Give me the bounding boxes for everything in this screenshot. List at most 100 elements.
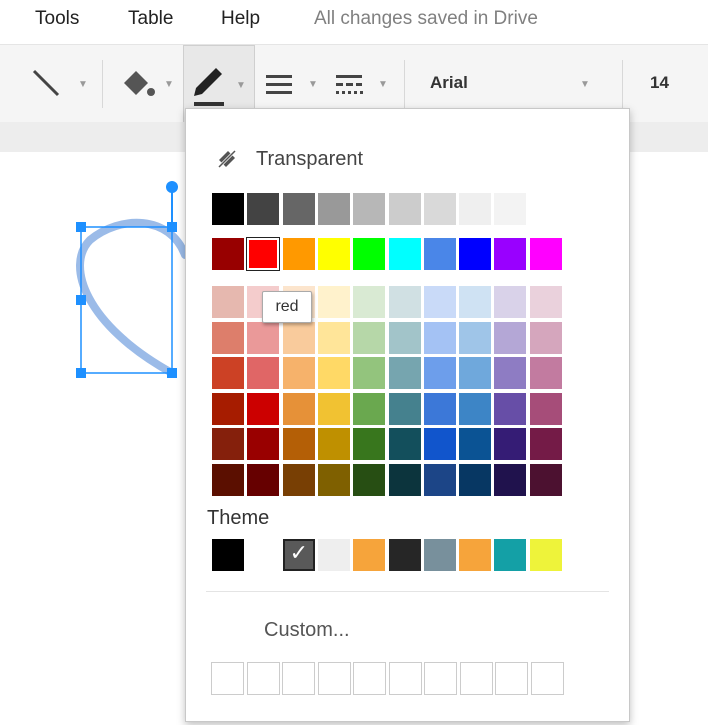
color-swatch[interactable]: [459, 357, 492, 389]
color-swatch[interactable]: [388, 392, 421, 425]
color-swatch[interactable]: [529, 357, 562, 389]
color-swatch[interactable]: [494, 392, 527, 425]
color-swatch[interactable]: [459, 286, 492, 318]
color-swatch[interactable]: [529, 193, 562, 225]
color-swatch[interactable]: [529, 428, 562, 460]
color-swatch[interactable]: [317, 193, 350, 225]
color-swatch[interactable]: [282, 193, 315, 225]
transparent-option[interactable]: Transparent: [216, 145, 363, 173]
color-swatch[interactable]: [353, 392, 386, 425]
color-swatch[interactable]: [212, 392, 244, 425]
color-swatch[interactable]: [282, 463, 315, 496]
color-swatch[interactable]: [423, 392, 456, 425]
color-swatch[interactable]: [247, 392, 280, 425]
color-swatch[interactable]: [529, 286, 562, 318]
color-swatch[interactable]: [353, 321, 386, 354]
color-swatch[interactable]: [353, 286, 386, 318]
color-swatch[interactable]: [459, 392, 492, 425]
color-swatch[interactable]: [459, 193, 492, 225]
custom-color-slot[interactable]: [388, 662, 422, 695]
color-swatch[interactable]: [494, 286, 527, 318]
color-swatch[interactable]: [459, 463, 492, 496]
color-swatch[interactable]: [317, 392, 350, 425]
color-swatch[interactable]: [388, 428, 421, 460]
custom-color-slot[interactable]: [317, 662, 351, 695]
theme-color-swatch[interactable]: [529, 539, 562, 571]
color-swatch[interactable]: [212, 321, 244, 354]
color-swatch[interactable]: [282, 357, 315, 389]
custom-color-slot[interactable]: [246, 662, 280, 695]
color-swatch[interactable]: [247, 428, 280, 460]
theme-color-swatch[interactable]: ✓: [282, 539, 315, 571]
custom-color-slot[interactable]: [495, 662, 528, 695]
fill-color-button[interactable]: ▼: [110, 45, 180, 123]
color-swatch[interactable]: [494, 193, 527, 225]
color-swatch[interactable]: [529, 238, 562, 270]
color-swatch[interactable]: [459, 238, 492, 270]
theme-color-swatch[interactable]: [459, 539, 492, 571]
custom-color-slot[interactable]: [211, 662, 244, 695]
color-swatch[interactable]: [494, 428, 527, 460]
theme-color-swatch[interactable]: [423, 539, 456, 571]
line-tool-button[interactable]: ▼: [20, 45, 100, 123]
color-swatch[interactable]: [353, 357, 386, 389]
custom-color-slot[interactable]: [424, 662, 457, 695]
color-swatch[interactable]: [212, 238, 244, 270]
color-swatch[interactable]: [529, 392, 562, 425]
theme-color-swatch[interactable]: [388, 539, 421, 571]
color-swatch[interactable]: [317, 238, 350, 270]
color-swatch[interactable]: [353, 193, 386, 225]
color-swatch[interactable]: [423, 321, 456, 354]
color-swatch[interactable]: [282, 392, 315, 425]
color-swatch[interactable]: [282, 321, 315, 354]
theme-color-swatch[interactable]: [247, 539, 280, 571]
custom-color-button[interactable]: Custom...: [264, 619, 350, 642]
color-swatch[interactable]: [212, 463, 244, 496]
color-swatch[interactable]: [388, 321, 421, 354]
color-swatch[interactable]: [388, 463, 421, 496]
color-swatch[interactable]: [423, 357, 456, 389]
color-swatch[interactable]: [494, 321, 527, 354]
color-swatch[interactable]: [317, 321, 350, 354]
custom-color-slot[interactable]: [459, 662, 493, 695]
color-swatch[interactable]: [317, 463, 350, 496]
theme-color-swatch[interactable]: [494, 539, 527, 571]
color-swatch[interactable]: [317, 428, 350, 460]
color-swatch[interactable]: [353, 463, 386, 496]
color-swatch[interactable]: [529, 321, 562, 354]
color-swatch[interactable]: [247, 357, 280, 389]
menu-tools[interactable]: Tools: [35, 8, 79, 30]
color-swatch[interactable]: [353, 428, 386, 460]
color-swatch[interactable]: [247, 321, 280, 354]
color-swatch[interactable]: [388, 286, 421, 318]
color-swatch[interactable]: [459, 428, 492, 460]
color-swatch[interactable]: [388, 238, 421, 270]
color-swatch[interactable]: [529, 463, 562, 496]
color-swatch[interactable]: [423, 238, 456, 270]
theme-color-swatch[interactable]: [353, 539, 386, 571]
color-swatch[interactable]: [423, 193, 456, 225]
menu-table[interactable]: Table: [128, 8, 173, 30]
color-swatch[interactable]: [459, 321, 492, 354]
color-swatch[interactable]: [388, 357, 421, 389]
color-swatch[interactable]: [423, 463, 456, 496]
color-swatch[interactable]: [494, 463, 527, 496]
color-swatch[interactable]: [388, 193, 421, 225]
color-swatch[interactable]: [212, 193, 244, 225]
custom-color-slot[interactable]: [282, 662, 315, 695]
color-swatch[interactable]: [247, 463, 280, 496]
menu-help[interactable]: Help: [221, 8, 260, 30]
color-swatch[interactable]: [212, 428, 244, 460]
color-swatch[interactable]: [317, 286, 350, 318]
color-swatch[interactable]: [282, 238, 315, 270]
color-swatch[interactable]: [282, 428, 315, 460]
color-swatch[interactable]: [353, 238, 386, 270]
color-swatch[interactable]: [317, 357, 350, 389]
color-swatch[interactable]: [494, 357, 527, 389]
theme-color-swatch[interactable]: [317, 539, 350, 571]
color-swatch[interactable]: [247, 193, 280, 225]
color-swatch[interactable]: [423, 428, 456, 460]
custom-color-slot[interactable]: [530, 662, 564, 695]
color-swatch[interactable]: [423, 286, 456, 318]
font-size-value[interactable]: 14: [650, 73, 669, 93]
